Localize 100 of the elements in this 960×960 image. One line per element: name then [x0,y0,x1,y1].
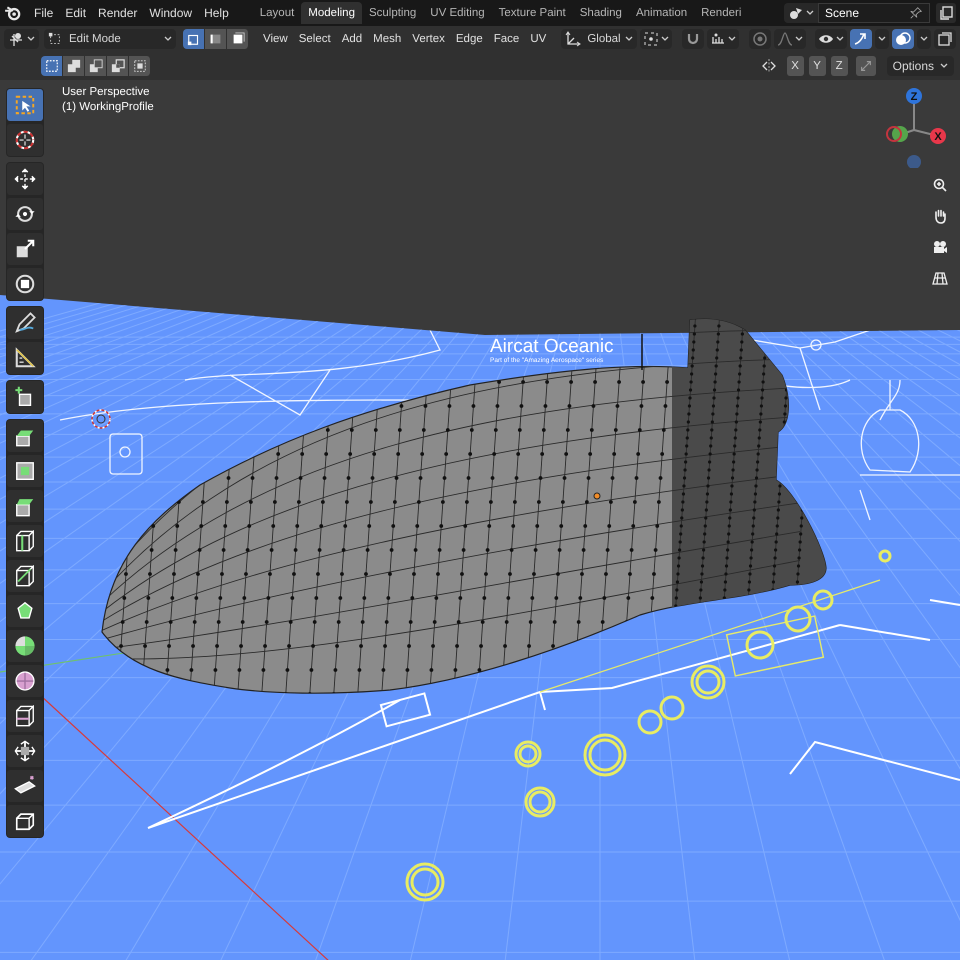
inset-icon [14,460,36,482]
transform-icon [14,273,36,295]
tool-button[interactable] [7,490,43,522]
proportional-icon [752,31,768,47]
workspace-tab[interactable]: Animation [628,2,694,24]
tool-button[interactable] [7,198,43,230]
scene-field[interactable]: Scene [818,3,930,23]
falloff-dropdown[interactable] [774,29,806,49]
proportional-edit-toggle[interactable] [749,29,772,49]
gizmo-toggle[interactable] [850,29,872,49]
blueprint-title: Aircat Oceanic [490,336,614,357]
xray-toggle[interactable] [934,29,956,49]
selection-mode-icon [88,59,102,73]
box-select-mode-button[interactable] [85,56,107,76]
tool-button[interactable] [7,124,43,156]
menu-item[interactable]: Face [490,30,524,48]
menu-item[interactable]: File [28,3,60,23]
menu-item[interactable]: Render [92,3,144,23]
snap-toggle[interactable] [682,29,704,49]
workspace-tab[interactable]: UV Editing [423,2,492,24]
menu-item[interactable]: Edit [59,3,92,23]
tool-button[interactable] [7,163,43,195]
move-arrows-icon [14,168,36,190]
orientation-dropdown[interactable]: Global [561,29,638,49]
caret-icon [940,63,948,69]
workspace-tab[interactable]: Texture Paint [492,2,573,24]
menu-item[interactable]: UV [526,30,550,48]
caret-icon [806,10,814,16]
tool-button[interactable] [7,420,43,452]
tool-button[interactable] [7,735,43,767]
workspace-tab[interactable]: Layout [252,2,302,24]
select-mode-button[interactable] [227,29,249,49]
tool-button[interactable] [7,307,43,339]
gizmo-axis-dot[interactable] [930,128,946,144]
mirror-axis-toggle[interactable]: X [786,56,804,76]
menu-item[interactable]: Select [294,30,335,48]
navigation-gizmo-drawing[interactable]: Z X [880,84,952,168]
workspace-tab[interactable]: Sculpting [362,2,424,24]
box-select-mode-button[interactable] [107,56,129,76]
tool-button[interactable] [7,525,43,557]
tool-button[interactable] [7,455,43,487]
loop-cut-icon [14,530,36,552]
workspace-tab[interactable]: Modeling [301,2,362,24]
menu-item[interactable]: Add [338,30,366,48]
mirror-axis-toggle[interactable]: Z [830,56,848,76]
visibility-dropdown[interactable] [815,29,847,49]
box-select-mode-button[interactable] [63,56,85,76]
blender-logo-icon [4,4,22,22]
overlay-circles-icon [895,31,911,47]
options-dropdown[interactable]: Options [886,56,954,76]
select-mode-button[interactable] [205,29,227,49]
select-mode-button[interactable] [183,29,205,49]
mode-dropdown[interactable]: Edit Mode [44,29,176,49]
tool-button[interactable] [7,700,43,732]
rotate-icon [14,203,36,225]
pivot-dropdown[interactable] [640,29,672,49]
origin-point-icon [594,492,600,500]
tool-button[interactable] [7,595,43,627]
tool-button[interactable] [7,630,43,662]
crosshair-icon [14,129,36,151]
xray-icon [937,31,953,47]
knife-icon [14,565,36,587]
overlay-toggle[interactable] [892,29,914,49]
smooth-icon [14,670,36,692]
shrink-icon [14,740,36,762]
menu-item[interactable]: Vertex [408,30,449,48]
box-select-mode-button[interactable] [129,56,151,76]
selection-mode-icon [44,59,58,73]
active-object-label: (1) WorkingProfile [62,101,154,113]
auto-merge-toggle[interactable] [856,56,876,76]
caret-icon [728,36,736,42]
menu-item[interactable]: Edge [452,30,487,48]
scene-icon [788,5,804,21]
orientation-icon [565,31,582,47]
gizmo-dropdown[interactable] [875,29,889,49]
workspace-tab[interactable]: Renderi [694,2,748,24]
camera-icon [932,238,948,254]
tool-button[interactable] [7,665,43,697]
tool-button[interactable] [7,770,43,802]
editor-type-dropdown[interactable] [4,29,39,49]
box-select-mode-button[interactable] [41,56,63,76]
menu-item[interactable]: Window [143,3,198,23]
workspace-tab[interactable]: Shading [572,2,629,24]
overlay-dropdown[interactable] [917,29,931,49]
tool-button[interactable] [7,805,43,837]
menu-item[interactable]: Help [198,3,235,23]
tool-button[interactable] [7,233,43,265]
tool-button[interactable] [7,381,43,413]
menu-item[interactable]: View [259,30,292,48]
gizmo-axis-dot[interactable] [906,88,922,104]
tool-button[interactable] [7,342,43,374]
mirror-axis-toggle[interactable]: Y [808,56,826,76]
scene-type-dropdown[interactable] [784,3,818,23]
tool-button[interactable] [7,268,43,300]
snap-dropdown[interactable] [707,29,740,49]
tool-button[interactable] [7,560,43,592]
ruler-icon [14,347,36,369]
new-scene-button[interactable] [936,3,956,23]
hand-icon [932,208,948,224]
menu-item[interactable]: Mesh [369,30,406,48]
